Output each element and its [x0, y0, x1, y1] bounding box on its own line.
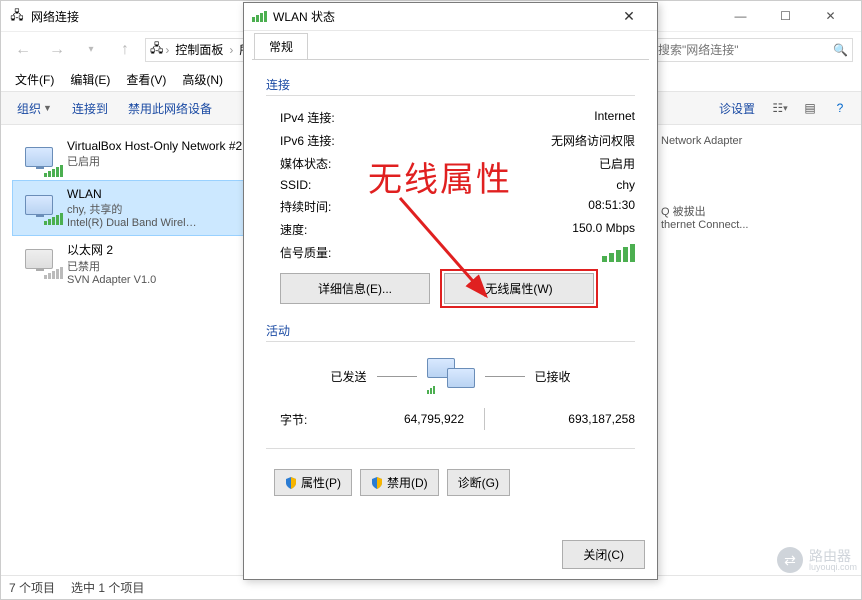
shield-icon [285, 477, 297, 489]
dialog-close-ok-button[interactable]: 关闭(C) [562, 540, 645, 569]
signal-icon [252, 11, 267, 22]
connection-text: WLAN chy, 共享的 Intel(R) Dual Band Wirel… [67, 187, 197, 229]
dialog-titlebar: WLAN 状态 ✕ [244, 3, 657, 31]
minimize-button[interactable]: — [718, 1, 763, 31]
tab-strip: 常规 [244, 31, 657, 59]
menu-file[interactable]: 文件(F) [9, 69, 60, 90]
watermark-icon: ⇄ [777, 547, 803, 573]
bytes-sent: 64,795,922 [334, 412, 464, 426]
dialog-close-button[interactable]: ✕ [609, 5, 649, 29]
location-icon: 🖧 [150, 39, 163, 60]
search-input[interactable] [658, 43, 833, 57]
nav-forward-button[interactable]: → [43, 36, 71, 64]
network-adapter-icon [19, 139, 59, 175]
media-label: 媒体状态: [280, 155, 331, 172]
ipv4-value: Internet [594, 109, 635, 126]
close-button[interactable]: ✕ [808, 1, 853, 31]
disable-button[interactable]: 禁用(D) [360, 469, 439, 496]
crumb-sep: › [227, 43, 235, 57]
extra-ethernet-connect: Q 被拔出 thernet Connect... [661, 203, 748, 231]
connection-text: 以太网 2 已禁用 SVN Adapter V1.0 [67, 241, 156, 286]
status-item-count: 7 个项目 [9, 579, 55, 596]
app-icon: 🖧 [9, 8, 25, 24]
speed-label: 速度: [280, 221, 307, 238]
media-value: 已启用 [599, 155, 635, 172]
signal-value [602, 244, 635, 262]
bottom-buttons: 属性(P) 禁用(D) 诊断(G) [266, 459, 635, 496]
ssid-label: SSID: [280, 178, 311, 192]
watermark: ⇄ 路由器luyouqi.com [777, 547, 857, 573]
search-box[interactable]: 🔍 [653, 38, 853, 62]
view-layout-button[interactable]: ☷▾ [767, 96, 793, 120]
computers-icon [427, 358, 475, 394]
menu-advanced[interactable]: 高级(N) [176, 69, 229, 90]
toolbar-organize[interactable]: 组织▼ [9, 96, 60, 121]
activity-row: 已发送 已接收 [266, 352, 635, 398]
connection-extra-column: Network Adapter Q 被拔出 thernet Connect... [661, 135, 748, 231]
signal-bars-icon [602, 244, 635, 262]
ipv6-value: 无网络访问权限 [551, 132, 635, 149]
help-button[interactable]: ? [827, 96, 853, 120]
crumb-sep: › [163, 43, 171, 57]
signal-label: 信号质量: [280, 244, 331, 262]
network-adapter-icon [19, 187, 59, 223]
maximize-button[interactable]: ☐ [763, 1, 808, 31]
view-preview-button[interactable]: ▤ [797, 96, 823, 120]
menu-view[interactable]: 查看(V) [120, 69, 172, 90]
connection-text: VirtualBox Host-Only Network #2 已启用 [67, 139, 242, 169]
tab-general[interactable]: 常规 [254, 33, 308, 60]
properties-button[interactable]: 属性(P) [274, 469, 352, 496]
duration-value: 08:51:30 [588, 198, 635, 215]
wlan-status-dialog: WLAN 状态 ✕ 常规 连接 IPv4 连接: Internet IPv6 连接… [243, 2, 658, 580]
toolbar-connect-to[interactable]: 连接到 [64, 96, 116, 121]
separator [484, 408, 485, 430]
nav-recent-button[interactable]: ▾ [77, 36, 105, 64]
dialog-footer: 关闭(C) [562, 540, 645, 569]
nav-back-button[interactable]: ← [9, 36, 37, 64]
extra-network-adapter: Network Adapter [661, 135, 748, 147]
dash-icon [485, 376, 525, 377]
ssid-value: chy [616, 178, 635, 192]
ipv6-label: IPv6 连接: [280, 132, 335, 149]
toolbar-disable-device[interactable]: 禁用此网络设备 [120, 96, 220, 121]
bytes-row: 字节: 64,795,922 693,187,258 [266, 398, 635, 430]
window-controls: — ☐ ✕ [718, 1, 853, 31]
dialog-title: WLAN 状态 [273, 8, 335, 25]
crumb-control-panel[interactable]: 控制面板 [171, 41, 227, 58]
details-button[interactable]: 详细信息(E)... [280, 273, 430, 304]
ipv4-label: IPv4 连接: [280, 109, 335, 126]
duration-label: 持续时间: [280, 198, 331, 215]
bytes-label: 字节: [280, 411, 334, 428]
dash-icon [377, 376, 417, 377]
menu-edit[interactable]: 编辑(E) [64, 69, 116, 90]
shield-icon [371, 477, 383, 489]
group-activity: 活动 [266, 322, 635, 339]
group-connection: 连接 [266, 76, 635, 93]
tab-body: 连接 IPv4 连接: Internet IPv6 连接: 无网络访问权限 媒体状态… [252, 59, 649, 539]
detail-buttons: 详细信息(E)... 无线属性(W) [266, 265, 635, 308]
recv-label: 已接收 [535, 368, 571, 385]
speed-value: 150.0 Mbps [572, 221, 635, 238]
status-selected-count: 选中 1 个项目 [71, 579, 144, 596]
diagnose-button[interactable]: 诊断(G) [447, 469, 510, 496]
sent-label: 已发送 [330, 368, 366, 385]
network-adapter-icon [19, 241, 59, 277]
nav-up-button[interactable]: ↑ [111, 36, 139, 64]
wireless-properties-button[interactable]: 无线属性(W) [444, 273, 594, 304]
search-icon[interactable]: 🔍 [833, 43, 848, 57]
toolbar-diag-settings[interactable]: 诊设置 [711, 96, 763, 121]
bytes-recv: 693,187,258 [505, 412, 635, 426]
